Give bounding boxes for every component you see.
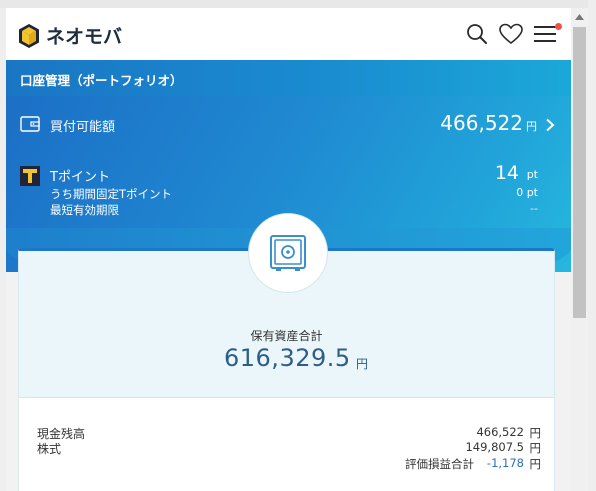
heart-icon[interactable]	[498, 21, 524, 47]
brand-name: ネオモバ	[46, 26, 123, 48]
card-divider	[19, 397, 554, 398]
total-assets-label: 保有資産合計	[250, 329, 323, 343]
profit-loss-unit: 円	[529, 457, 542, 471]
vertical-scrollbar[interactable]	[571, 8, 588, 491]
stock-label: 株式	[37, 442, 62, 456]
buying-power-row[interactable]: 買付可能額 466,522 円	[6, 108, 571, 142]
chevron-right-icon[interactable]	[543, 117, 557, 132]
total-assets-unit: 円	[356, 357, 369, 371]
profit-loss-label: 評価損益合計	[405, 457, 474, 471]
wallet-icon	[20, 116, 40, 132]
browser-frame: ネオモバ 口座管理（ポートフォリオ） 買付可能額 466,522 円 Tポイント…	[0, 0, 596, 491]
tpoint-logo-icon	[20, 166, 40, 186]
buying-power-value: 466,522	[440, 111, 523, 135]
tpoint-expiry-value: --	[530, 202, 538, 215]
safe-badge	[248, 213, 328, 293]
brand-logo[interactable]: ネオモバ	[18, 22, 122, 49]
portfolio-title-bar: 口座管理（ポートフォリオ）	[6, 60, 571, 96]
portfolio-title: 口座管理（ポートフォリオ）	[20, 73, 183, 88]
tpoint-expiry-label: 最短有効期限	[50, 203, 119, 217]
cash-value: 466,522	[476, 425, 524, 439]
scrollbar-thumb[interactable]	[573, 27, 586, 318]
buying-power-label: 買付可能額	[50, 120, 116, 135]
search-icon[interactable]	[464, 21, 490, 47]
tpoint-value: 14	[494, 162, 519, 184]
page-viewport: ネオモバ 口座管理（ポートフォリオ） 買付可能額 466,522 円 Tポイント…	[6, 8, 571, 491]
stock-unit: 円	[529, 441, 542, 455]
asset-summary-card: 保有資産合計 616,329.5 円 現金残高 466,522 円 株式 149	[18, 213, 555, 491]
hamburger-menu-icon[interactable]	[532, 21, 562, 47]
top-edge	[0, 0, 596, 8]
total-assets-value: 616,329.5	[224, 344, 351, 372]
profit-loss-value: -1,178	[486, 456, 524, 470]
scroll-up-arrow-icon[interactable]	[571, 8, 588, 25]
window-edge	[588, 0, 596, 491]
tpoint-fixed-value: 0 pt	[516, 186, 538, 199]
app-header: ネオモバ	[6, 8, 571, 60]
tpoint-unit: pt	[526, 168, 538, 181]
notification-badge	[555, 23, 562, 30]
cash-unit: 円	[529, 426, 542, 440]
tpoint-fixed-label: うち期間固定Tポイント	[50, 187, 173, 201]
logo-cube-icon	[18, 23, 40, 49]
safe-icon	[270, 235, 306, 271]
stock-value: 149,807.5	[465, 440, 524, 454]
tpoint-label: Tポイント	[50, 170, 110, 185]
buying-power-unit: 円	[526, 120, 537, 133]
